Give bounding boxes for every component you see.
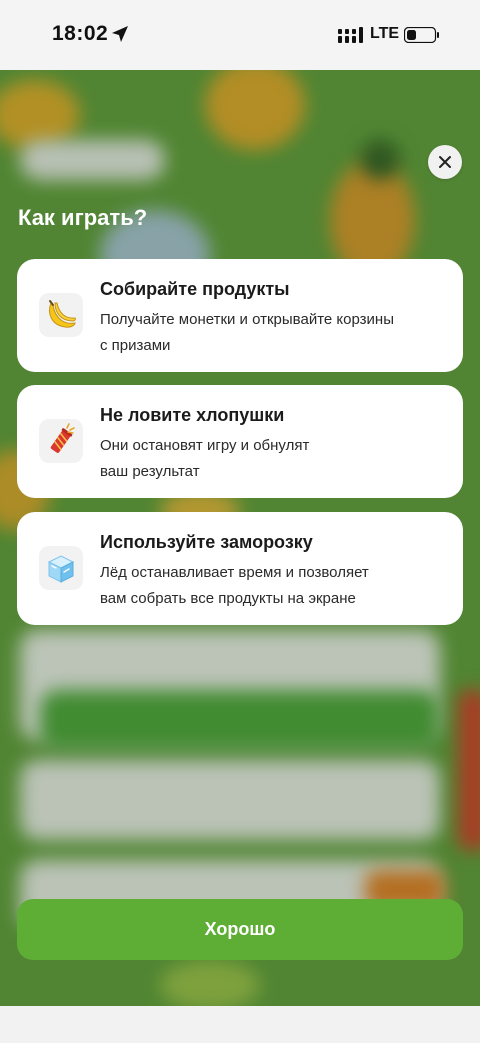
close-icon [439, 156, 451, 168]
status-time: 18:02 [52, 22, 109, 45]
rule-description: Лёд останавливает время и позволяет вам … [100, 564, 369, 607]
ice-cube-icon [39, 546, 83, 590]
battery-icon [404, 27, 439, 43]
cellular-signal-icon [338, 27, 363, 43]
rule-description: Получайте монетки и открывайте корзины с… [100, 311, 394, 354]
rule-description: Они остановят игру и обнулят ваш результ… [100, 437, 310, 480]
location-arrow-icon [112, 26, 128, 42]
rule-card-collect: Собирайте продукты Получайте монетки и о… [17, 259, 463, 372]
rule-title: Собирайте продукты [100, 279, 290, 299]
rule-title: Используйте заморозку [100, 532, 313, 552]
ok-button[interactable]: Хорошо [17, 899, 463, 960]
banana-icon [39, 293, 83, 337]
rule-card-freeze: Используйте заморозку Лёд останавливает … [17, 512, 463, 625]
rule-title: Не ловите хлопушки [100, 405, 285, 425]
home-indicator-area [0, 1006, 480, 1043]
close-button[interactable] [428, 145, 462, 179]
rule-card-firecracker: Не ловите хлопушки Они остановят игру и … [17, 385, 463, 498]
status-bar: 18:02 LTE [0, 0, 480, 70]
network-label: LTE [370, 25, 400, 42]
firecracker-icon [39, 419, 83, 463]
dialog-title: Как играть? [18, 205, 148, 230]
